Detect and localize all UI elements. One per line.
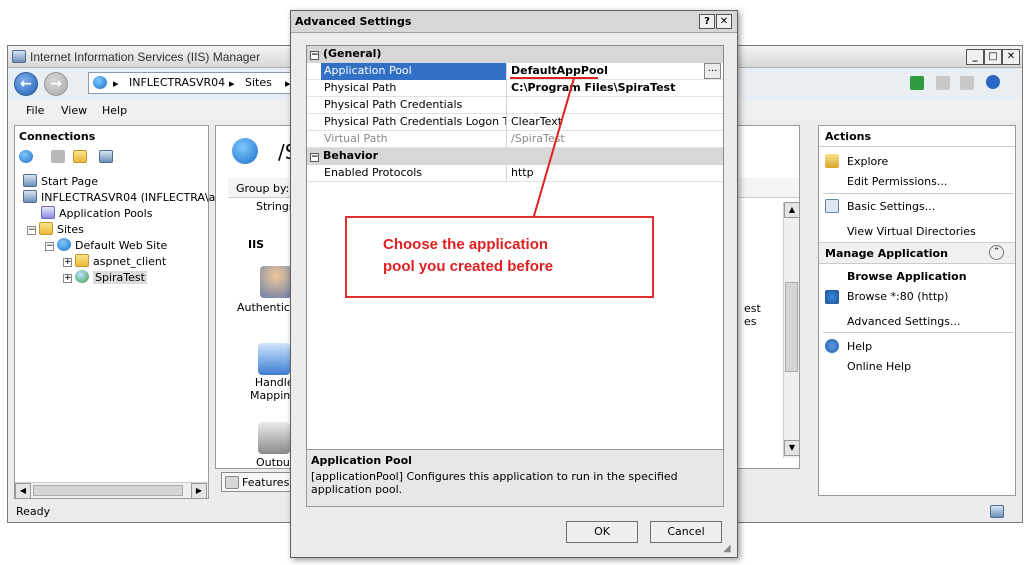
callout-pointer-line: [533, 77, 575, 217]
annotation-line-1: Choose the application: [383, 236, 549, 253]
annotation-text: Choose the application pool you created …: [383, 234, 633, 278]
annotation-line-2: pool you created before: [383, 258, 554, 275]
annotation-callout: Choose the application pool you created …: [345, 216, 654, 298]
